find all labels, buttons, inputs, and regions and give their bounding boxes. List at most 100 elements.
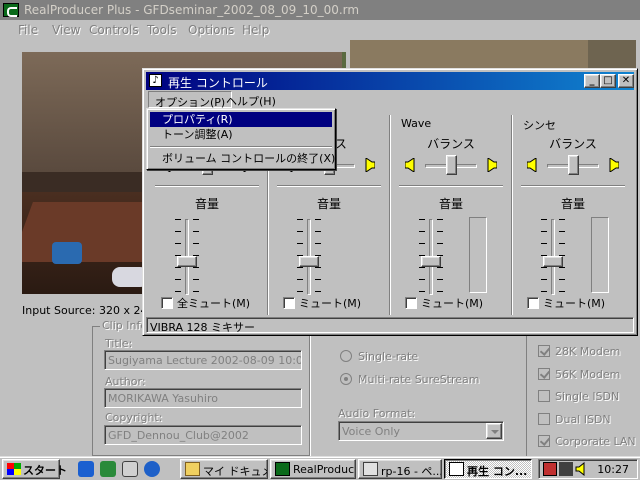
mute-checkbox[interactable]: ミュート(M) bbox=[283, 295, 361, 311]
output-preview-top bbox=[350, 40, 588, 70]
volume-title-bar[interactable]: ♪ 再生 コントロール _ □ ✕ bbox=[146, 72, 634, 90]
speaker-app-icon[interactable]: ♪ bbox=[149, 74, 162, 87]
mixer-column-synth: シンセ バランス 音量 ミュート(M) bbox=[513, 113, 633, 317]
radio-icon bbox=[340, 350, 352, 362]
checkbox-icon bbox=[538, 390, 550, 402]
input-source-label: Input Source: 320 x 240 bbox=[22, 304, 155, 317]
internet-explorer-icon[interactable] bbox=[78, 461, 94, 477]
copyright-label: Copyright: bbox=[105, 411, 163, 424]
level-meter bbox=[469, 217, 487, 293]
mute-checkbox[interactable]: ミュート(M) bbox=[527, 295, 605, 311]
column-name: Wave bbox=[401, 117, 432, 130]
volume-label: 音量 bbox=[194, 197, 219, 211]
menu-help[interactable]: Help bbox=[242, 23, 269, 37]
maximize-icon: □ bbox=[603, 75, 613, 86]
checkbox-icon bbox=[527, 297, 539, 309]
volume-label: 音量 bbox=[438, 197, 463, 211]
mute-checkbox[interactable]: ミュート(M) bbox=[405, 295, 483, 311]
author-label: Author: bbox=[105, 375, 146, 388]
title-label: Title: bbox=[105, 337, 133, 350]
checkbox-single-isdn[interactable]: Single ISDN bbox=[538, 390, 619, 403]
volume-thumb[interactable] bbox=[543, 255, 563, 267]
close-button[interactable]: ✕ bbox=[618, 74, 634, 88]
menu-controls[interactable]: Controls bbox=[89, 23, 139, 37]
menu-item-properties[interactable]: プロパティ(R) bbox=[150, 112, 332, 127]
audio-format-label: Audio Format: bbox=[338, 407, 416, 420]
outlook-express-icon[interactable] bbox=[100, 461, 116, 477]
volume-thumb[interactable] bbox=[421, 255, 441, 267]
volume-label: 音量 bbox=[560, 197, 585, 211]
menu-item-exit[interactable]: ボリューム コントロールの終了(X) bbox=[150, 151, 335, 166]
minimize-icon: _ bbox=[589, 75, 595, 86]
checkbox-56k-modem[interactable]: 56K Modem bbox=[538, 368, 620, 381]
radio-selected-icon bbox=[340, 373, 352, 385]
checkbox-checked-icon bbox=[538, 368, 550, 380]
balance-thumb[interactable] bbox=[446, 155, 457, 175]
speaker-left-icon bbox=[405, 158, 415, 172]
realproducer-app-icon[interactable] bbox=[3, 3, 19, 17]
task-volume-control[interactable]: 再生 コン... bbox=[444, 459, 532, 479]
volume-label: 音量 bbox=[316, 197, 341, 211]
checkbox-icon bbox=[161, 297, 173, 309]
author-field[interactable]: MORIKAWA Yasuhiro bbox=[104, 388, 302, 408]
checkbox-corporate-lan[interactable]: Corporate LAN bbox=[538, 435, 636, 448]
volume-window-title: 再生 コントロール bbox=[168, 76, 268, 90]
mixer-column-wave: Wave バランス 音量 ミュート(M) bbox=[391, 113, 511, 317]
mute-all-checkbox[interactable]: 全ミュート(M) bbox=[161, 295, 250, 311]
system-tray: 10:27 bbox=[538, 459, 638, 479]
checkbox-dual-isdn[interactable]: Dual ISDN bbox=[538, 413, 611, 426]
checkbox-icon bbox=[283, 297, 295, 309]
menu-options[interactable]: Options bbox=[188, 23, 234, 37]
mixer-device-status: VIBRA 128 ミキサー bbox=[146, 317, 634, 334]
menu-view[interactable]: View bbox=[52, 23, 80, 37]
channel-icon[interactable] bbox=[144, 461, 160, 477]
multi-rate-radio[interactable]: Multi-rate SureStream bbox=[340, 373, 480, 386]
volume-tray-icon[interactable] bbox=[575, 462, 589, 476]
checkbox-28k-modem[interactable]: 28K Modem bbox=[538, 345, 620, 358]
checkbox-checked-icon bbox=[538, 345, 550, 357]
dropdown-arrow-icon[interactable] bbox=[486, 423, 502, 439]
task-realproducer[interactable]: RealProduc... bbox=[270, 459, 356, 479]
balance-slider[interactable] bbox=[527, 153, 619, 179]
menu-tools[interactable]: Tools bbox=[147, 23, 177, 37]
checkbox-checked-icon bbox=[538, 435, 550, 447]
speaker-app-icon bbox=[449, 462, 464, 476]
menu-item-tone-control[interactable]: トーン調整(A) bbox=[150, 127, 332, 142]
main-title-bar[interactable]: RealProducer Plus - GFDseminar_2002_08_0… bbox=[0, 0, 640, 20]
clock[interactable]: 10:27 bbox=[597, 463, 629, 476]
title-field[interactable]: Sugiyama Lecture 2002-08-09 10:00-- bbox=[104, 350, 302, 370]
volume-menu-bar: オプション(P) ヘルプ(H) bbox=[146, 90, 634, 109]
copyright-field[interactable]: GFD_Dennou_Club@2002 bbox=[104, 425, 302, 445]
menu-separator bbox=[150, 146, 332, 148]
checkbox-icon bbox=[405, 297, 417, 309]
scheduler-icon[interactable] bbox=[543, 462, 557, 476]
checkbox-icon bbox=[538, 413, 550, 425]
paint-icon bbox=[363, 462, 378, 476]
speaker-right-icon bbox=[365, 158, 375, 172]
volume-thumb[interactable] bbox=[299, 255, 319, 267]
menu-help-jp[interactable]: ヘルプ(H) bbox=[220, 91, 282, 108]
network-icon[interactable] bbox=[559, 462, 573, 476]
speaker-right-icon bbox=[487, 158, 497, 172]
audio-format-select[interactable]: Voice Only bbox=[338, 421, 504, 441]
windows-logo-icon bbox=[7, 463, 21, 475]
start-button[interactable]: スタート bbox=[2, 459, 67, 479]
task-my-documents[interactable]: マイ ドキュメント bbox=[180, 459, 268, 479]
volume-thumb[interactable] bbox=[177, 255, 197, 267]
maximize-button[interactable]: □ bbox=[600, 74, 616, 88]
balance-thumb[interactable] bbox=[568, 155, 579, 175]
menu-file[interactable]: File bbox=[18, 23, 38, 37]
balance-label: バランス bbox=[549, 137, 597, 151]
balance-label: バランス bbox=[427, 137, 475, 151]
close-icon: ✕ bbox=[621, 75, 631, 86]
single-rate-radio[interactable]: Single-rate bbox=[340, 350, 418, 363]
show-desktop-icon[interactable] bbox=[122, 461, 138, 477]
folder-icon bbox=[185, 462, 200, 476]
options-dropdown-menu: プロパティ(R) トーン調整(A) ボリューム コントロールの終了(X) bbox=[146, 108, 336, 170]
balance-slider[interactable] bbox=[405, 153, 497, 179]
column-name: シンセ bbox=[523, 119, 556, 132]
level-meter bbox=[591, 217, 609, 293]
main-window-title: RealProducer Plus - GFDseminar_2002_08_0… bbox=[24, 3, 360, 17]
minimize-button[interactable]: _ bbox=[584, 74, 600, 88]
task-paint[interactable]: rp-16 - ペ... bbox=[358, 459, 442, 479]
